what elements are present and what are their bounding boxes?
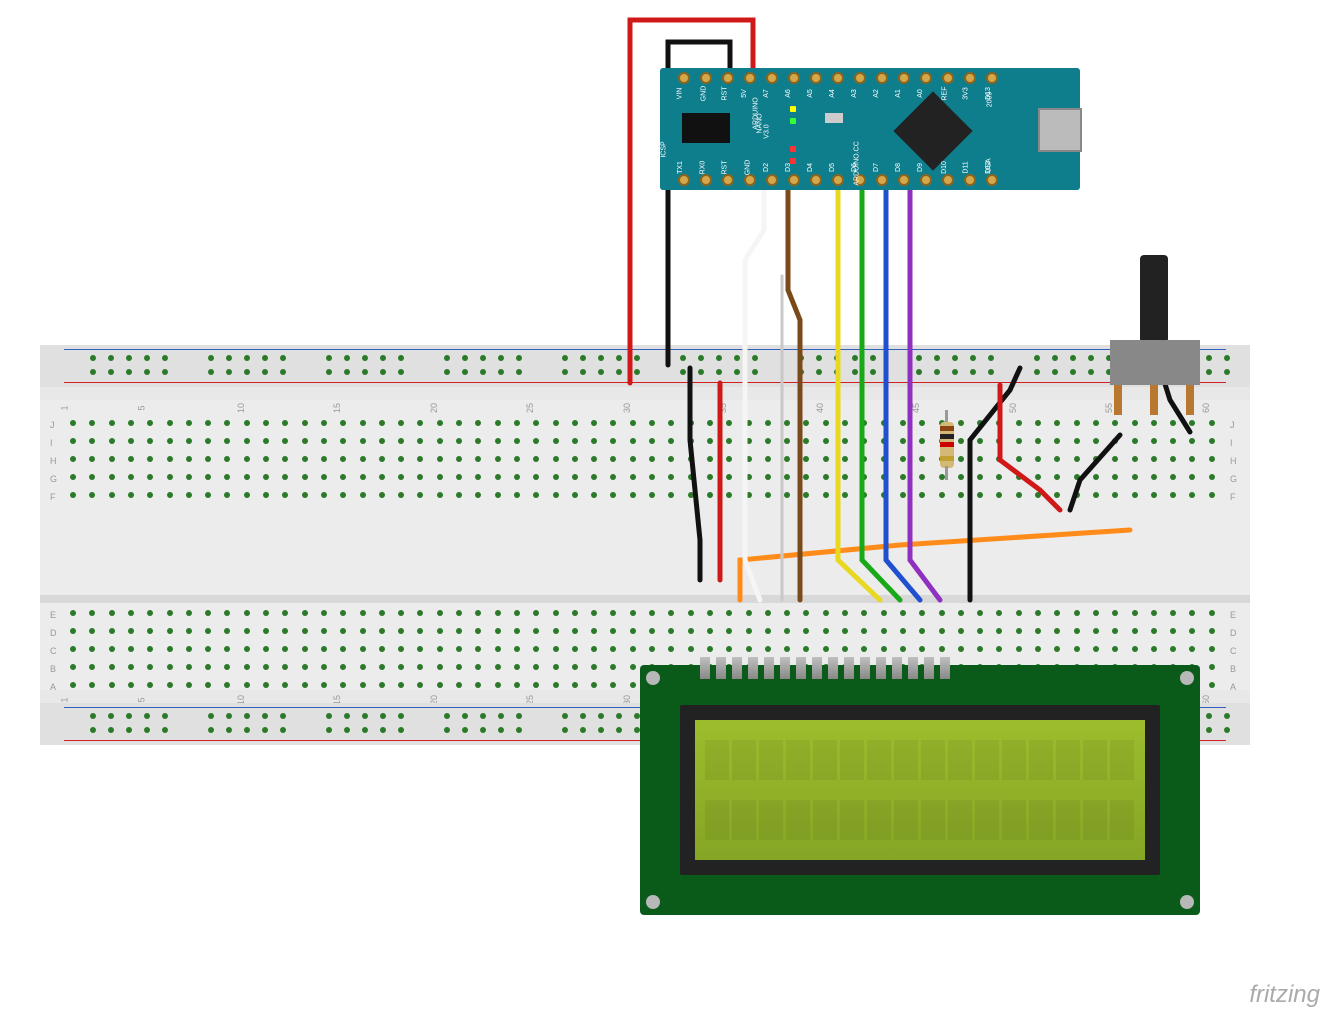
resistor-body <box>940 422 954 468</box>
icsp-label: ICSP <box>661 141 668 157</box>
mount-hole-tl <box>646 671 660 685</box>
resistor-band-1 <box>940 426 954 431</box>
usb-mini-port <box>1038 108 1082 152</box>
lcd-pin-header <box>700 657 950 679</box>
pot-leg-1 <box>1114 385 1122 415</box>
lcd-16x2 <box>640 665 1200 915</box>
pot-leg-2-wiper <box>1150 385 1158 415</box>
pot-knob[interactable] <box>1140 255 1168 343</box>
tie-point-area: 1155101015152020252530303535404045455050… <box>40 400 1250 690</box>
pot-leg-3 <box>1186 385 1194 415</box>
resistor-band-3 <box>940 442 954 447</box>
pot-body <box>1110 340 1200 385</box>
model-line3: V3.0 <box>764 124 771 138</box>
atmega-chip <box>893 91 972 170</box>
rail-power-top <box>64 382 1226 383</box>
potentiometer <box>1100 255 1210 415</box>
led-l <box>790 106 796 112</box>
resistor-lead-bottom <box>945 466 948 480</box>
power-rail-top <box>40 345 1250 387</box>
fritzing-watermark: fritzing <box>1249 981 1320 1009</box>
mount-hole-bl <box>646 895 660 909</box>
reset-button[interactable] <box>825 113 843 123</box>
arduino-nano: ICSP ARDUINO NANO V3.0 ARDUINO.CC USA 20… <box>660 68 1080 190</box>
rail-ground-top <box>64 349 1226 350</box>
mount-hole-br <box>1180 895 1194 909</box>
resistor-band-2 <box>940 434 954 439</box>
lcd-display-area <box>695 720 1145 860</box>
arduino-header-top <box>678 72 998 84</box>
resistor-220 <box>940 410 954 480</box>
center-divider <box>40 595 1250 603</box>
resistor-band-4 <box>940 456 954 461</box>
circuit-diagram: 1155101015152020252530303535404045455050… <box>0 0 1340 1024</box>
model-line2: NANO <box>757 113 764 133</box>
arduino-header-bottom <box>678 174 998 186</box>
led-tx <box>790 146 796 152</box>
mount-hole-tr <box>1180 671 1194 685</box>
lcd-bezel <box>680 705 1160 875</box>
led-pwr <box>790 118 796 124</box>
icsp-header <box>682 113 730 143</box>
